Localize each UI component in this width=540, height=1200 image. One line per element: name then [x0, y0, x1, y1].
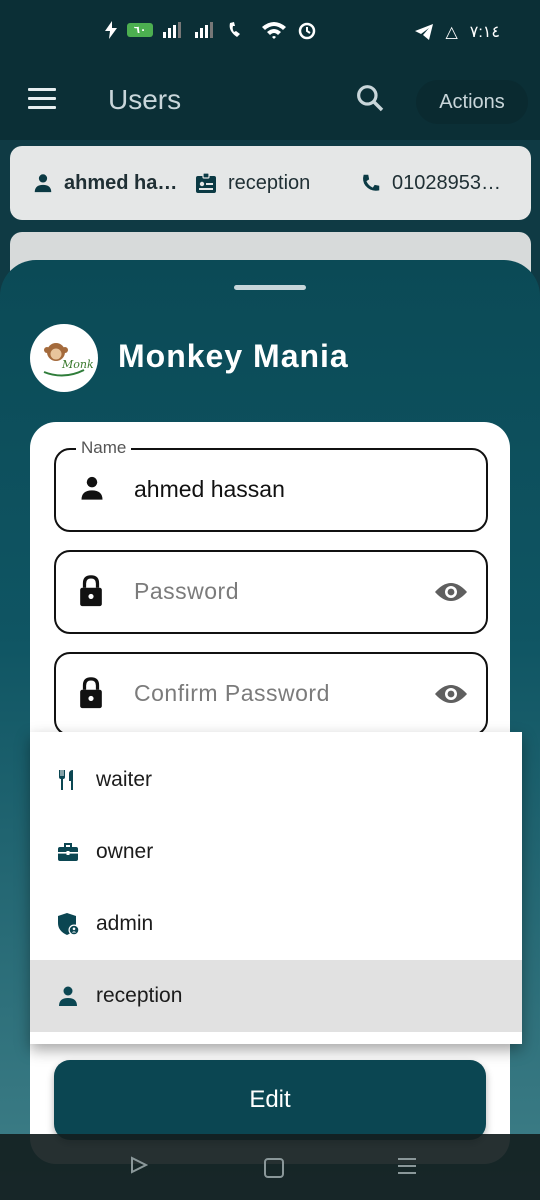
- name-value: ahmed hassan: [134, 476, 285, 502]
- role-option-label: owner: [96, 840, 154, 863]
- role-option-waiter[interactable]: waiter: [30, 744, 522, 816]
- confirm-password-placeholder: Confirm Password: [134, 680, 330, 706]
- admin-shield-icon: [58, 913, 80, 936]
- user-name-cell: ahmed ha…: [32, 172, 177, 195]
- signal-icon-2: [195, 22, 213, 38]
- user-phone: 01028953…: [392, 171, 501, 194]
- search-icon[interactable]: [354, 82, 386, 114]
- role-option-label: admin: [96, 912, 154, 935]
- back-icon[interactable]: [130, 1156, 148, 1174]
- wifi-icon: [262, 22, 286, 39]
- user-phone-cell: 01028953…: [360, 172, 501, 195]
- lock-icon: [80, 677, 102, 709]
- user-name: ahmed ha…: [64, 171, 178, 194]
- eye-icon[interactable]: [434, 578, 468, 606]
- phone-icon: [363, 174, 380, 191]
- user-role-cell: reception: [194, 171, 310, 195]
- confirm-password-field[interactable]: Confirm Password: [54, 652, 488, 736]
- eye-icon[interactable]: [434, 680, 468, 708]
- notification-icon: △: [445, 24, 458, 41]
- monkey-logo-icon: Monkey: [43, 343, 94, 377]
- page-title: Users: [108, 84, 182, 115]
- role-option-reception[interactable]: reception: [30, 960, 522, 1032]
- status-bar: ٦٠ △ ٧:١٤: [0, 0, 540, 66]
- telegram-icon: [415, 24, 434, 40]
- lock-icon: [80, 575, 102, 607]
- app-bar: Users Actions: [0, 66, 540, 140]
- badge-icon: [196, 172, 216, 193]
- user-role: reception: [228, 171, 311, 194]
- edit-button[interactable]: Edit: [54, 1060, 486, 1140]
- role-dropdown-menu: waiter owner admin reception: [30, 732, 522, 1044]
- user-card[interactable]: ahmed ha… reception 01028953…: [10, 146, 531, 220]
- name-label: Name: [76, 438, 132, 458]
- status-icons: ٦٠: [105, 20, 317, 40]
- role-option-label: waiter: [96, 768, 153, 791]
- charging-icon: [105, 21, 117, 39]
- role-option-label: reception: [96, 984, 183, 1007]
- password-field[interactable]: Password: [54, 550, 488, 634]
- actions-button[interactable]: Actions: [416, 80, 528, 124]
- briefcase-icon: [58, 843, 78, 861]
- home-icon[interactable]: [264, 1158, 284, 1178]
- drag-handle[interactable]: [234, 285, 306, 290]
- status-right: △ ٧:١٤: [415, 22, 500, 42]
- logo-text: Monkey: [61, 358, 94, 371]
- password-placeholder: Password: [134, 578, 239, 604]
- person-icon: [81, 476, 103, 500]
- utensils-icon: [59, 770, 73, 790]
- menu-icon[interactable]: [28, 88, 56, 112]
- battery-indicator: ٦٠: [127, 23, 153, 37]
- person-icon: [34, 174, 52, 193]
- alarm-icon: [298, 22, 316, 40]
- recents-icon[interactable]: [398, 1158, 416, 1179]
- clock: ٧:١٤: [469, 24, 500, 41]
- name-field[interactable]: Name ahmed hassan: [54, 438, 488, 532]
- person-icon: [59, 986, 77, 1006]
- brand-logo: Monkey: [30, 324, 98, 392]
- role-option-admin[interactable]: admin: [30, 888, 522, 960]
- signal-icon: [163, 22, 181, 38]
- brand-name: Monkey Mania: [118, 338, 349, 374]
- wifi-call-icon: [229, 22, 240, 37]
- role-option-owner[interactable]: owner: [30, 816, 522, 888]
